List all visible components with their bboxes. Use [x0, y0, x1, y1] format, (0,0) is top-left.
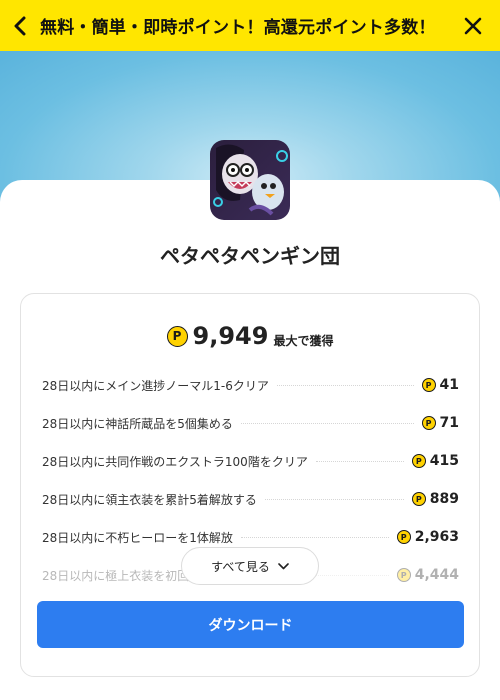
mission-value: 2,963	[414, 529, 459, 545]
point-coin-icon: P	[396, 530, 411, 544]
mission-value: 41	[439, 377, 459, 393]
mission-points: P 4,444	[396, 567, 459, 583]
total-suffix: 最大で獲得	[273, 333, 334, 348]
mission-label: 28日以内に不朽ヒーローを1体解放	[42, 530, 233, 545]
mission-item: 28日以内に共同作戦のエクストラ100階をクリア P 415	[42, 442, 459, 480]
app-icon	[210, 140, 290, 220]
dotted-leader	[240, 536, 389, 538]
top-banner: 無料・簡単・即時ポイント！高還元ポイント多数！	[0, 0, 500, 51]
see-all-button[interactable]: すべて見る	[181, 547, 319, 585]
mission-item: 28日以内に領主衣装を累計5着解放する P 889	[42, 480, 459, 518]
point-coin-icon: P	[411, 492, 426, 506]
app-name: ペタペタペンギン団	[160, 244, 340, 268]
mission-points: P 41	[421, 377, 459, 393]
reward-card: P 9,949 最大で獲得 28日以内にメイン進捗ノーマル1-6クリア P 41…	[20, 293, 480, 677]
mission-label: 28日以内に共同作戦のエクストラ100階をクリア	[42, 454, 308, 469]
point-coin-icon: P	[421, 378, 436, 392]
mission-label: 28日以内に領主衣装を累計5着解放する	[42, 492, 257, 507]
dotted-leader	[240, 422, 414, 424]
mission-value: 415	[429, 453, 459, 469]
banner-title: 無料・簡単・即時ポイント！高還元ポイント多数！	[40, 18, 436, 38]
mission-item: 28日以内に神話所蔵品を5個集める P 71	[42, 404, 459, 442]
mission-value: 4,444	[414, 567, 459, 583]
total-reward: P 9,949 最大で獲得	[21, 322, 479, 350]
mission-points: P 415	[411, 453, 459, 469]
download-button[interactable]: ダウンロード	[37, 601, 464, 648]
back-icon[interactable]	[0, 0, 40, 51]
mission-value: 889	[429, 491, 459, 507]
point-coin-icon: P	[411, 454, 426, 468]
mission-value: 71	[439, 415, 459, 431]
point-coin-icon: P	[421, 416, 436, 430]
point-coin-icon: P	[396, 568, 411, 582]
mission-points: P 71	[421, 415, 459, 431]
total-points: 9,949	[192, 322, 269, 350]
dotted-leader	[315, 460, 404, 462]
see-all-label: すべて見る	[211, 559, 270, 574]
dotted-leader	[264, 498, 404, 500]
dotted-leader	[276, 384, 414, 386]
close-icon[interactable]	[446, 0, 500, 51]
mission-item: 28日以内にメイン進捗ノーマル1-6クリア P 41	[42, 366, 459, 404]
mission-points: P 2,963	[396, 529, 459, 545]
mission-points: P 889	[411, 491, 459, 507]
mission-label: 28日以内に神話所蔵品を5個集める	[42, 416, 233, 431]
mission-label: 28日以内にメイン進捗ノーマル1-6クリア	[42, 378, 269, 393]
point-coin-icon: P	[166, 325, 188, 347]
mission-label: 28日以内に極上衣装を初回	[42, 568, 190, 583]
chevron-down-icon	[278, 560, 289, 573]
